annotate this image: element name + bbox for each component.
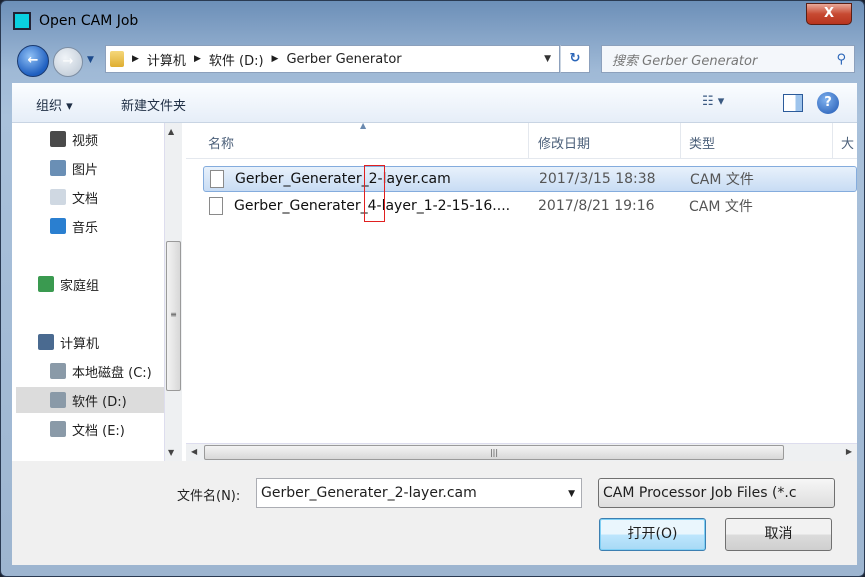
- file-icon: [210, 170, 224, 188]
- toolbar: 组织 ▾ 新建文件夹 ☷ ▾ ?: [12, 83, 857, 123]
- chevron-right-icon[interactable]: ▶: [272, 54, 279, 64]
- search-input[interactable]: 搜索 Gerber Generator ⚲: [601, 45, 855, 73]
- sidebar-scrollbar[interactable]: ▲ ≡ ▼: [164, 123, 182, 461]
- sidebar-item[interactable]: 计算机: [16, 329, 164, 355]
- sidebar-item-label: 软件 (D:): [72, 394, 127, 410]
- filename-label: 文件名(N):: [177, 489, 241, 504]
- help-icon[interactable]: ?: [817, 92, 839, 114]
- file-row[interactable]: Gerber_Generater_4-layer_1-2-15-16.... 20…: [203, 193, 857, 219]
- sidebar-item-label: 文档 (E:): [72, 423, 125, 439]
- sidebar-item[interactable]: 家庭组: [16, 271, 164, 297]
- sidebar-item-label: 计算机: [60, 336, 100, 352]
- file-name: Gerber_Generater_4-layer_1-2-15-16....: [234, 198, 511, 214]
- dialog-footer: 文件名(N): Gerber_Generater_2-layer.cam ▼ C…: [12, 461, 857, 565]
- computer-icon: [38, 334, 54, 350]
- column-type[interactable]: 类型: [689, 133, 715, 152]
- sidebar-item-label: 家庭组: [60, 278, 100, 294]
- sidebar-item[interactable]: 视频: [16, 126, 164, 152]
- column-name[interactable]: 名称: [208, 133, 234, 152]
- scroll-down-icon[interactable]: ▼: [168, 448, 174, 457]
- drive-icon: [50, 421, 66, 437]
- open-button[interactable]: 打开(O): [599, 518, 706, 551]
- app-icon: [13, 12, 31, 30]
- chevron-down-icon[interactable]: ▼: [568, 489, 575, 499]
- forward-button[interactable]: →: [53, 47, 83, 77]
- address-bar[interactable]: ▶ 计算机 ▶ 软件 (D:) ▶ Gerber Generator ▼: [105, 45, 560, 73]
- scroll-up-icon[interactable]: ▲: [168, 127, 174, 136]
- close-button[interactable]: X: [806, 3, 852, 25]
- file-type: CAM 文件: [689, 199, 753, 215]
- video-icon: [50, 131, 66, 147]
- chevron-right-icon[interactable]: ▶: [132, 54, 139, 64]
- organize-button[interactable]: 组织 ▾: [36, 95, 73, 114]
- open-dialog: Open CAM Job X ← → ▼ ▶ 计算机 ▶ 软件 (D:) ▶ Gerb…: [0, 0, 865, 577]
- drive-icon: [50, 392, 66, 408]
- sidebar-item[interactable]: 图片: [16, 155, 164, 181]
- file-type: CAM 文件: [690, 172, 754, 188]
- breadcrumb-folder[interactable]: Gerber Generator: [286, 52, 401, 67]
- navigation-pane: 视频图片文档音乐家庭组计算机本地磁盘 (C:) 软件 (D:) 文档 (E:): [16, 123, 164, 461]
- filename-value: Gerber_Generater_2-layer.cam: [261, 485, 477, 501]
- file-date: 2017/8/21 19:16: [538, 198, 655, 214]
- drive-icon: [50, 363, 66, 379]
- documents-icon: [50, 189, 66, 205]
- sidebar-item-label: 本地磁盘 (C:): [72, 365, 152, 381]
- column-size[interactable]: 大: [841, 133, 854, 152]
- preview-pane-icon[interactable]: [783, 94, 803, 112]
- column-headers: ▲ 名称 修改日期 类型 大: [186, 121, 857, 159]
- file-type-value: CAM Processor Job Files (*.c: [603, 485, 797, 501]
- window-title: Open CAM Job: [39, 13, 139, 29]
- recent-pages-dropdown[interactable]: ▼: [87, 55, 94, 65]
- file-type-select[interactable]: CAM Processor Job Files (*.c: [598, 478, 835, 508]
- file-date: 2017/3/15 18:38: [539, 171, 656, 187]
- search-placeholder: 搜索 Gerber Generator: [612, 53, 758, 69]
- address-dropdown-icon[interactable]: ▼: [544, 54, 551, 64]
- sidebar-item[interactable]: 文档: [16, 184, 164, 210]
- sidebar-item[interactable]: 本地磁盘 (C:): [16, 358, 164, 384]
- pictures-icon: [50, 160, 66, 176]
- sidebar-item-label: 视频: [72, 133, 99, 149]
- browser-body: 视频图片文档音乐家庭组计算机本地磁盘 (C:) 软件 (D:) 文档 (E:) ▲ …: [12, 121, 857, 461]
- sidebar-item[interactable]: 音乐: [16, 213, 164, 239]
- search-icon[interactable]: ⚲: [836, 52, 846, 67]
- sidebar-item-label: 音乐: [72, 220, 99, 236]
- folder-icon: [110, 51, 124, 67]
- scroll-left-icon[interactable]: ◀: [191, 447, 197, 456]
- title-bar: Open CAM Job: [13, 9, 138, 33]
- refresh-button[interactable]: ↻: [560, 45, 590, 73]
- music-icon: [50, 218, 66, 234]
- filename-input[interactable]: Gerber_Generater_2-layer.cam ▼: [256, 478, 582, 508]
- scrollbar-thumb[interactable]: ≡: [166, 241, 181, 391]
- horizontal-scrollbar[interactable]: ◀ ||| ▶: [186, 443, 857, 461]
- sidebar-item-label: 图片: [72, 162, 99, 178]
- back-button[interactable]: ←: [17, 45, 49, 77]
- sidebar-item[interactable]: 文档 (E:): [16, 416, 164, 442]
- breadcrumb-drive-d[interactable]: 软件 (D:): [209, 50, 264, 69]
- sort-ascending-icon: ▲: [360, 121, 367, 130]
- file-icon: [209, 197, 223, 215]
- new-folder-button[interactable]: 新建文件夹: [121, 95, 186, 114]
- file-row[interactable]: Gerber_Generater_2-layer.cam 2017/3/15 18…: [203, 166, 857, 192]
- scrollbar-thumb[interactable]: |||: [204, 445, 784, 460]
- chevron-right-icon[interactable]: ▶: [194, 54, 201, 64]
- homegroup-icon: [38, 276, 54, 292]
- cancel-button[interactable]: 取消: [725, 518, 832, 551]
- column-date-modified[interactable]: 修改日期: [538, 133, 590, 152]
- view-options-icon[interactable]: ☷ ▾: [702, 94, 724, 109]
- breadcrumb-computer[interactable]: 计算机: [147, 50, 186, 69]
- scroll-right-icon[interactable]: ▶: [846, 447, 852, 456]
- sidebar-item[interactable]: 软件 (D:): [16, 387, 164, 413]
- sidebar-item-label: 文档: [72, 191, 99, 207]
- file-name: Gerber_Generater_2-layer.cam: [235, 171, 451, 187]
- file-list: ▲ 名称 修改日期 类型 大 Gerber_Generater_2-layer.…: [186, 121, 857, 461]
